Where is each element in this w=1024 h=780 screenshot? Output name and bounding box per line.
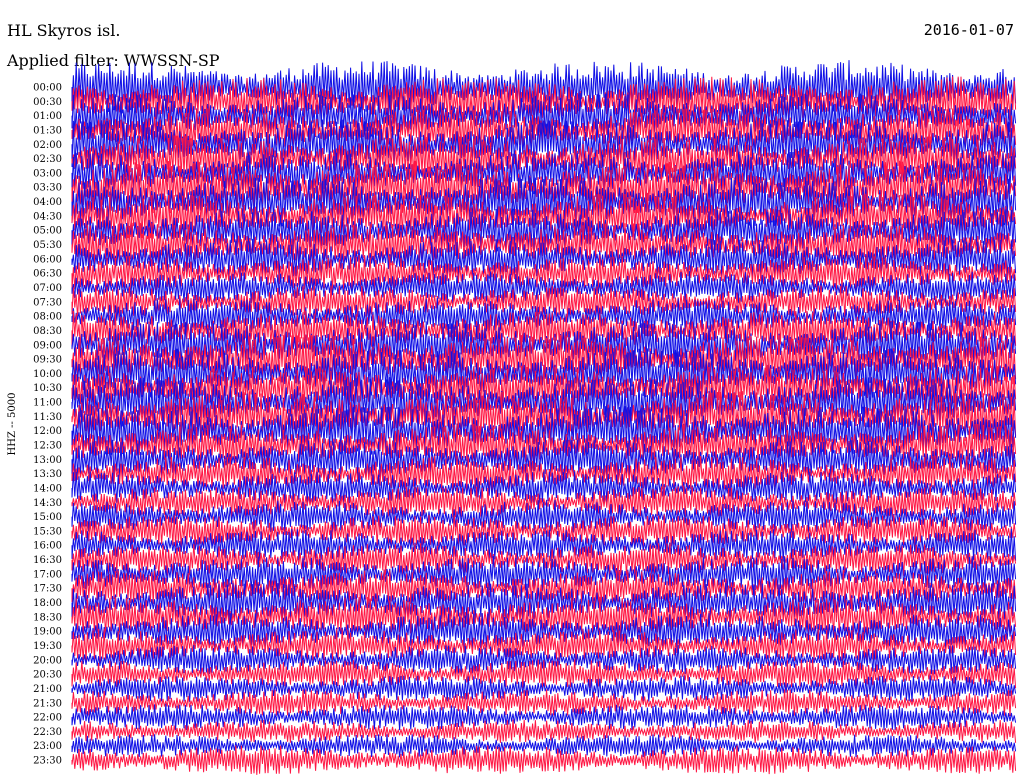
time-tick-label: 23:30 [33, 756, 62, 767]
trace-group [71, 60, 1017, 775]
time-tick-label: 06:30 [33, 269, 62, 280]
time-tick-label: 18:30 [33, 612, 62, 623]
time-tick-label: 05:30 [33, 240, 62, 251]
time-tick-label: 03:30 [33, 183, 62, 194]
time-tick-label: 11:30 [33, 412, 62, 423]
trace-2330 [71, 745, 1017, 775]
time-tick-label: 18:00 [33, 598, 62, 609]
time-tick-label: 19:30 [33, 641, 62, 652]
time-tick-label: 08:30 [33, 326, 62, 337]
time-tick-label: 16:30 [33, 555, 62, 566]
time-tick-label: 17:00 [33, 569, 62, 580]
time-tick-label: 08:00 [33, 312, 62, 323]
time-tick-label: 00:30 [33, 97, 62, 108]
time-tick-label: 14:30 [33, 498, 62, 509]
time-tick-label: 01:30 [33, 125, 62, 136]
time-tick-label: 21:30 [33, 698, 62, 709]
time-tick-label: 17:30 [33, 584, 62, 595]
time-tick-label: 12:30 [33, 441, 62, 452]
time-tick-label: 09:30 [33, 355, 62, 366]
time-tick-label: 16:00 [33, 541, 62, 552]
time-tick-label: 23:00 [33, 741, 62, 752]
seismogram-plot: 00:00 00:30 01:00 01:30 02:00 02:30 03:00 03:30… [7, 60, 1017, 775]
time-tick-label: 05:00 [33, 226, 62, 237]
time-tick-label: 00:00 [33, 83, 62, 94]
time-tick-label: 01:00 [33, 111, 62, 122]
time-tick-label: 10:30 [33, 383, 62, 394]
time-tick-label: 22:00 [33, 713, 62, 724]
time-axis: 00:00 00:30 01:00 01:30 02:00 02:30 03:00 03:30… [33, 83, 62, 767]
time-tick-label: 11:00 [33, 398, 62, 409]
time-tick-label: 21:00 [33, 684, 62, 695]
channel-label: HHZ -- 5000 [7, 393, 18, 456]
time-tick-label: 14:00 [33, 483, 62, 494]
time-tick-label: 13:30 [33, 469, 62, 480]
time-tick-label: 02:30 [33, 154, 62, 165]
time-tick-label: 09:00 [33, 340, 62, 351]
time-tick-label: 20:30 [33, 670, 62, 681]
time-tick-label: 19:00 [33, 627, 62, 638]
time-tick-label: 07:00 [33, 283, 62, 294]
time-tick-label: 22:30 [33, 727, 62, 738]
time-tick-label: 15:30 [33, 526, 62, 537]
time-tick-label: 03:00 [33, 168, 62, 179]
time-tick-label: 06:00 [33, 254, 62, 265]
time-tick-label: 02:00 [33, 140, 62, 151]
time-tick-label: 20:00 [33, 655, 62, 666]
time-tick-label: 15:00 [33, 512, 62, 523]
time-tick-label: 07:30 [33, 297, 62, 308]
time-tick-label: 10:00 [33, 369, 62, 380]
time-tick-label: 04:30 [33, 211, 62, 222]
time-tick-label: 12:00 [33, 426, 62, 437]
time-tick-label: 04:00 [33, 197, 62, 208]
time-tick-label: 13:00 [33, 455, 62, 466]
